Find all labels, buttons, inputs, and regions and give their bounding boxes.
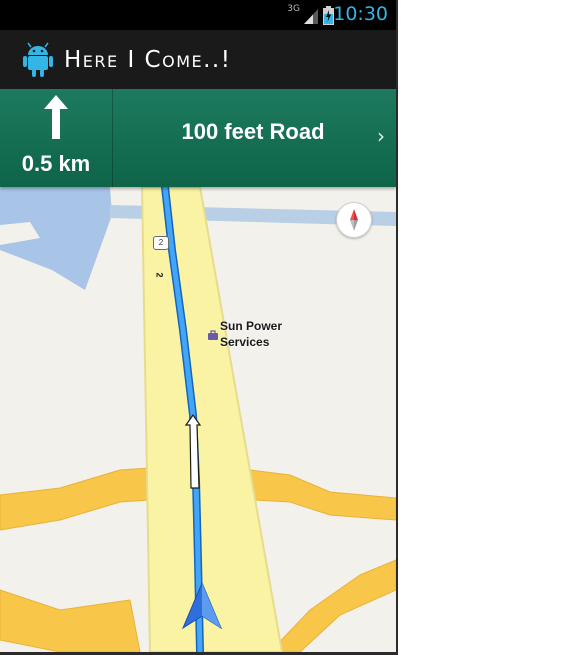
compass-button[interactable] — [336, 202, 372, 238]
route-shield: 2 — [153, 236, 169, 250]
maneuver-panel[interactable]: 0.5 km — [0, 89, 113, 187]
network-type-label: 3G — [287, 4, 300, 14]
android-robot-icon[interactable] — [22, 42, 54, 78]
navigation-banner[interactable]: 0.5 km 100 feet Road › — [0, 89, 396, 187]
frame-border — [396, 0, 398, 655]
signal-icon — [304, 9, 318, 24]
street-name: 100 feet Road — [181, 119, 325, 144]
status-time: 10:30 — [333, 3, 388, 25]
poi-label[interactable]: Sun Power Services — [220, 318, 320, 350]
route-number-label: 2 — [154, 272, 165, 278]
distance-label: 0.5 km — [21, 151, 91, 176]
poi-bag-icon[interactable] — [207, 329, 219, 341]
app-title: Here I Come..! — [64, 47, 232, 73]
straight-arrow-icon — [44, 95, 68, 139]
status-bar: 3G 10:30 — [0, 0, 396, 30]
compass-icon — [350, 209, 358, 231]
phone-screen: 2 2 Sun Power Services 3G 10:30 Here I C… — [0, 0, 396, 652]
chevron-right-icon[interactable]: › — [377, 124, 385, 148]
